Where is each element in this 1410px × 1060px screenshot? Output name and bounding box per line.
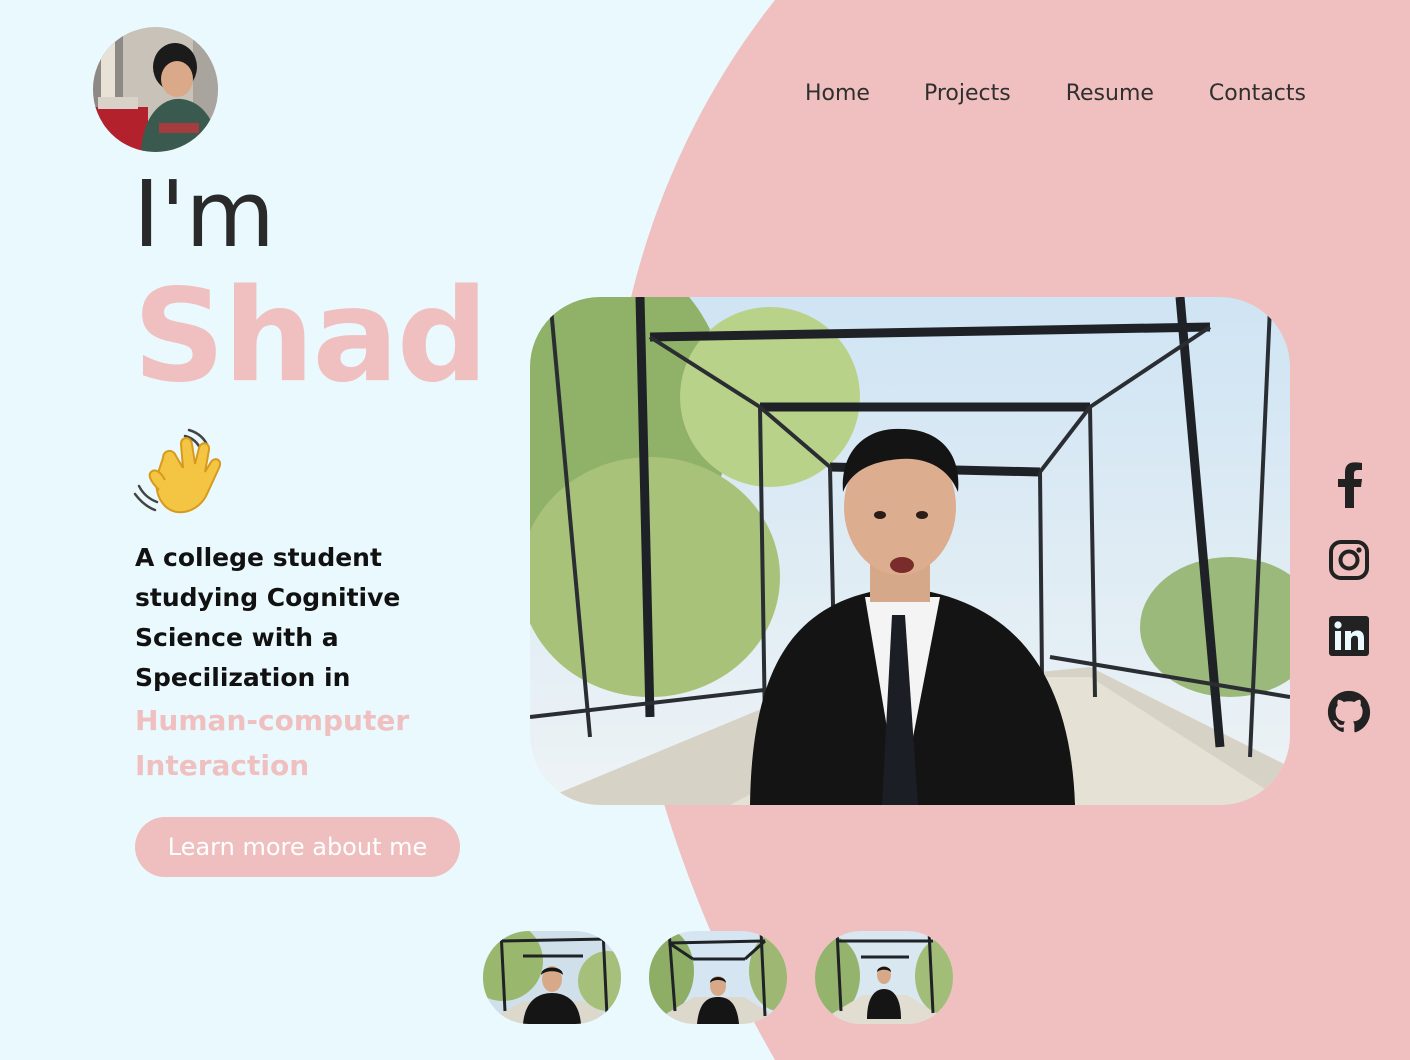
tagline-text: A college student studying Cognitive Sci…	[135, 543, 401, 692]
github-icon[interactable]	[1325, 686, 1373, 738]
linkedin-icon[interactable]	[1325, 610, 1373, 662]
instagram-icon[interactable]	[1325, 534, 1373, 586]
gallery-thumbnail-1[interactable]	[483, 931, 621, 1024]
social-links	[1325, 458, 1373, 762]
gallery-thumbnail-3[interactable]	[815, 931, 953, 1024]
nav-contacts[interactable]: Contacts	[1209, 80, 1306, 108]
hero-photo	[530, 297, 1290, 805]
tagline-highlight: Human-computer Interaction	[135, 704, 410, 782]
waving-hand-icon	[133, 428, 221, 514]
facebook-icon[interactable]	[1325, 458, 1373, 510]
nav-home[interactable]: Home	[805, 80, 870, 108]
main-nav: Home Projects Resume Contacts	[790, 80, 1306, 108]
avatar[interactable]	[93, 27, 218, 152]
greeting-text: I'm	[133, 161, 276, 268]
nav-resume[interactable]: Resume	[1066, 80, 1154, 108]
learn-more-button[interactable]: Learn more about me	[135, 817, 460, 877]
tagline: A college student studying Cognitive Sci…	[135, 538, 435, 788]
nav-projects[interactable]: Projects	[924, 80, 1011, 108]
name-heading: Shad	[133, 262, 488, 411]
gallery-thumbnail-2[interactable]	[649, 931, 787, 1024]
